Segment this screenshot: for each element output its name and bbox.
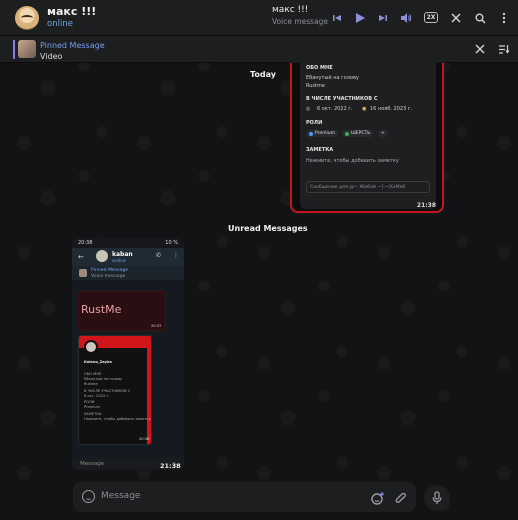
play-icon[interactable] bbox=[351, 9, 369, 27]
rustme-time: 20:37 bbox=[151, 324, 162, 328]
phone-pinned-sub: Voice message bbox=[91, 274, 126, 279]
close-pinned-icon[interactable] bbox=[471, 40, 489, 58]
card-note-heading: ЗАМЕТКА bbox=[84, 412, 102, 416]
profile-message-input: Сообщение для @~ Жибей ~}~(XxMeK bbox=[306, 181, 430, 193]
phone-call-icon: ✆ bbox=[156, 252, 162, 259]
note-heading: ЗАМЕТКА bbox=[306, 147, 334, 153]
next-track-icon[interactable] bbox=[374, 9, 392, 27]
playback-speed-button[interactable]: 2X bbox=[424, 12, 438, 23]
pinned-indicator bbox=[13, 40, 15, 59]
player-title: макс !!! bbox=[272, 5, 309, 15]
card-member-heading: В ЧИСЛЕ УЧАСТНИКОВ С bbox=[84, 389, 131, 393]
phone-chat-header: ← kaban online ✆ ⋮ bbox=[72, 248, 184, 266]
phone-battery: 10 % bbox=[165, 240, 178, 246]
role-label: ШЕРСТЬ bbox=[351, 131, 371, 136]
telegram-chat-window: макс !!! online макс !!! Voice message 2… bbox=[0, 0, 518, 520]
phone-avatar bbox=[96, 250, 108, 262]
chat-title: макс !!! bbox=[47, 4, 97, 18]
phone-status-bar: 20:38 10 % bbox=[72, 238, 184, 248]
rustme-image: RustMe 20:37 bbox=[78, 291, 166, 331]
roles-heading: РОЛИ bbox=[306, 120, 323, 126]
phone-pinned-bar: Pinned Message Voice message bbox=[72, 266, 184, 280]
player-subtitle: Voice message bbox=[272, 16, 329, 26]
role-add: + bbox=[378, 130, 388, 137]
note-text: Нажмите, чтобы добавить заметку bbox=[306, 158, 399, 164]
pinned-thumbnail bbox=[18, 40, 36, 58]
role-label: Premium bbox=[315, 131, 336, 136]
chat-status: online bbox=[47, 18, 73, 29]
previous-track-icon[interactable] bbox=[328, 9, 346, 27]
attach-icon[interactable] bbox=[395, 490, 407, 509]
card-border bbox=[147, 336, 151, 444]
card-name: Koleno_Zayka bbox=[84, 360, 112, 364]
chat-title-block[interactable]: макс !!! online bbox=[47, 4, 97, 29]
rustme-text: RustMe bbox=[81, 303, 122, 316]
phone-input-placeholder: Message bbox=[80, 461, 105, 467]
card-about-line1: Ебанутый на голову bbox=[84, 377, 123, 381]
message-time: 21:38 bbox=[416, 202, 436, 209]
audio-player-info[interactable]: макс !!! Voice message bbox=[272, 5, 329, 26]
voice-record-button[interactable] bbox=[424, 485, 450, 511]
chat-header: макс !!! online макс !!! Voice message 2… bbox=[0, 0, 518, 36]
role-label: + bbox=[381, 131, 385, 136]
member-heading: В ЧИСЛЕ УЧАСТНИКОВ С bbox=[306, 96, 378, 102]
about-heading: ОБО МНЕ bbox=[306, 65, 333, 71]
volume-icon[interactable] bbox=[397, 9, 415, 27]
card-note-text: Нажмите, чтобы добавить заметку bbox=[84, 417, 151, 421]
avatar[interactable] bbox=[15, 5, 39, 30]
pinned-message-bar[interactable]: Pinned Message Video bbox=[0, 36, 518, 63]
about-line2: Rustme bbox=[306, 83, 325, 89]
about-line1: Ебанутый на голову bbox=[306, 75, 360, 81]
card-time: 20:38 bbox=[139, 437, 150, 441]
phone-chat-body: RustMe 20:37 Koleno_Zayka ОБО МНЕ Ебанут… bbox=[72, 280, 184, 458]
role-wool: ШЕРСТЬ bbox=[342, 130, 374, 137]
phone-pinned-title: Pinned Message bbox=[91, 268, 129, 273]
message-composer[interactable]: Message bbox=[73, 482, 416, 512]
message-input-placeholder[interactable]: Message bbox=[101, 491, 140, 501]
microphone-icon bbox=[432, 491, 442, 504]
pinned-title: Pinned Message bbox=[40, 41, 105, 50]
member-date2: 16 нояб. 2023 г. bbox=[370, 106, 413, 112]
player-controls bbox=[328, 9, 415, 27]
phone-more-icon: ⋮ bbox=[173, 252, 179, 259]
phone-contact-name: kaban bbox=[112, 251, 133, 258]
card-avatar bbox=[84, 340, 98, 354]
emoji-icon[interactable] bbox=[82, 490, 95, 503]
card-roles-heading: РОЛИ bbox=[84, 400, 95, 404]
phone-pinned-thumb bbox=[79, 269, 87, 277]
role-premium: Premium bbox=[306, 130, 339, 137]
card-member-date: 6 окт. 2022 г. bbox=[84, 394, 110, 398]
profile-screenshot: ОБО МНЕ Ебанутый на голову Rustme В ЧИСЛ… bbox=[300, 63, 436, 209]
pinned-subtitle: Video bbox=[40, 52, 63, 61]
search-icon[interactable] bbox=[471, 9, 489, 27]
member-date1: 6 окт. 2022 г. bbox=[317, 106, 353, 112]
pinned-list-icon[interactable] bbox=[495, 40, 513, 58]
discord-icon: ◎ bbox=[306, 106, 311, 112]
message-time: 21:38 bbox=[160, 462, 181, 470]
bot-commands-icon[interactable] bbox=[371, 490, 384, 509]
back-arrow-icon: ← bbox=[78, 253, 84, 261]
image-message-profile[interactable]: ОБО МНЕ Ебанутый на голову Rustme В ЧИСЛ… bbox=[290, 63, 444, 213]
image-message-phone[interactable]: 20:38 10 % ← kaban online ✆ ⋮ Pinned Mes… bbox=[72, 238, 184, 470]
date-separator-today: Today bbox=[250, 70, 276, 79]
phone-time: 20:38 bbox=[78, 240, 93, 246]
profile-card-image: Koleno_Zayka ОБО МНЕ Ебанутый на голову … bbox=[78, 335, 152, 445]
unread-separator: Unread Messages bbox=[228, 224, 308, 233]
card-role: Premium bbox=[84, 405, 100, 409]
close-player-icon[interactable] bbox=[447, 9, 465, 27]
more-menu-icon[interactable] bbox=[495, 9, 513, 27]
phone-contact-status: online bbox=[112, 259, 126, 264]
card-about-heading: ОБО МНЕ bbox=[84, 372, 102, 376]
card-about-line2: Rustme bbox=[84, 382, 98, 386]
server-icon: ● bbox=[362, 106, 367, 112]
